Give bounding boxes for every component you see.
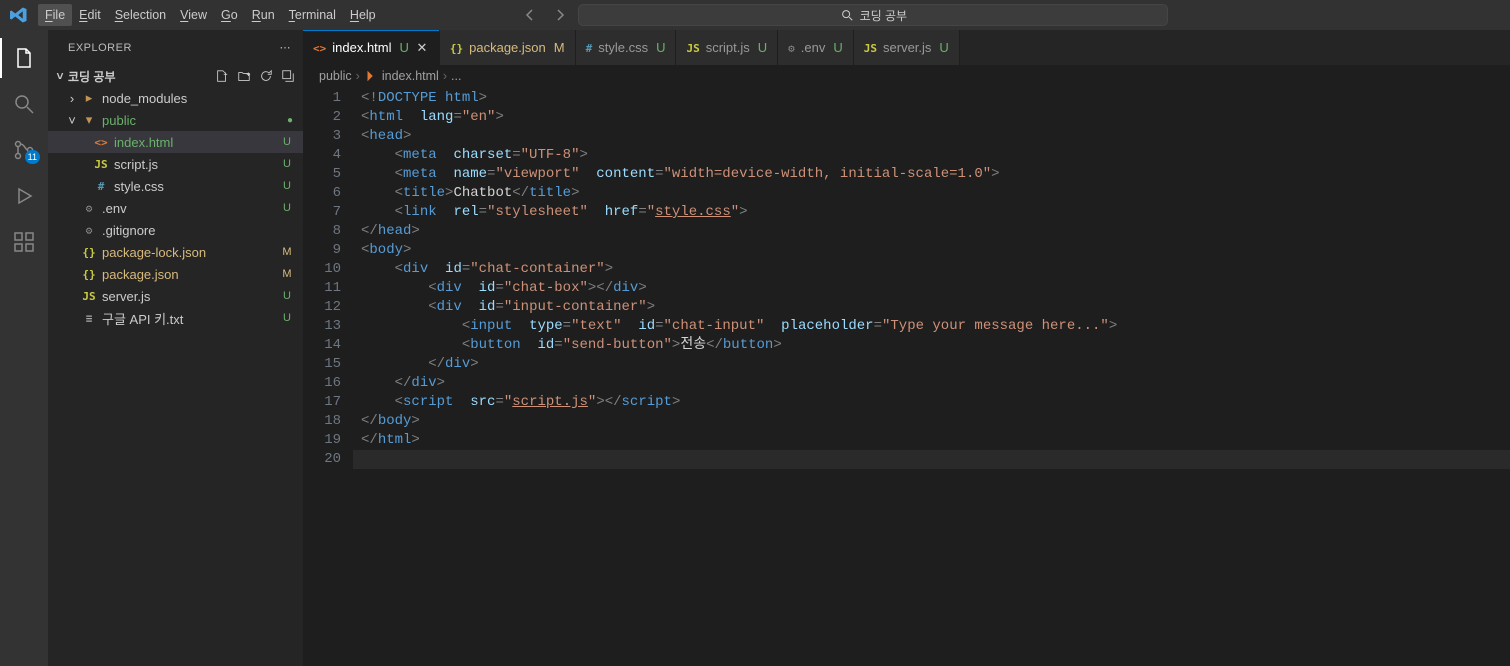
file-.env[interactable]: ⚙.envU [48,197,303,219]
command-center-label: 코딩 공부 [860,7,908,24]
tab-style.css[interactable]: #style.cssU [576,30,677,65]
tab-server.js[interactable]: JSserver.jsU [854,30,960,65]
activity-search[interactable] [0,84,48,124]
folder-public[interactable]: ˅▾public [48,109,303,131]
file-tree: ›▸node_modules˅▾public<>index.htmlUJSscr… [48,87,303,666]
file-script.js[interactable]: JSscript.jsU [48,153,303,175]
menu-go[interactable]: Go [214,4,245,26]
code-content[interactable]: <!DOCTYPE html><html lang="en"><head> <m… [353,87,1510,666]
tab-package.json[interactable]: {}package.jsonM [440,30,576,65]
breadcrumb-part[interactable]: ... [451,69,461,83]
menu-selection[interactable]: Selection [108,4,173,26]
activity-scm[interactable]: 11 [0,130,48,170]
chevron-right-icon: › [356,69,360,83]
menu-run[interactable]: Run [245,4,282,26]
close-icon[interactable]: ✕ [415,41,429,55]
nav-forward-icon[interactable] [548,3,572,27]
scm-badge: 11 [25,150,40,164]
file-package-lock.json[interactable]: {}package-lock.jsonM [48,241,303,263]
html-file-icon [364,69,378,83]
workspace-name: 코딩 공부 [68,68,116,85]
new-file-icon[interactable] [215,69,229,83]
menu-edit[interactable]: Edit [72,4,108,26]
file-server.js[interactable]: JSserver.jsU [48,285,303,307]
new-folder-icon[interactable] [237,69,251,83]
activity-explorer[interactable] [0,38,48,78]
title-nav: 코딩 공부 [385,3,1302,27]
vscode-logo-icon [10,6,28,24]
menu-view[interactable]: View [173,4,214,26]
activity-extensions[interactable] [0,222,48,262]
file-index.html[interactable]: <>index.htmlU [48,131,303,153]
file-package.json[interactable]: {}package.jsonM [48,263,303,285]
file-.gitignore[interactable]: ⚙.gitignore [48,219,303,241]
tab-.env[interactable]: ⚙.envU [778,30,854,65]
sidebar-title: EXPLORER [68,42,132,54]
editor-area: <>index.htmlU✕{}package.jsonM#style.cssU… [303,30,1510,666]
chevron-down-icon: ˅ [52,69,68,83]
editor-tabs: <>index.htmlU✕{}package.jsonM#style.cssU… [303,30,1510,65]
command-center[interactable]: 코딩 공부 [578,4,1168,26]
workspace-header[interactable]: ˅ 코딩 공부 [48,65,303,87]
chevron-right-icon: › [443,69,447,83]
breadcrumb-part[interactable]: index.html [382,69,439,83]
collapse-icon[interactable] [281,69,295,83]
menu-terminal[interactable]: Terminal [282,4,343,26]
activity-debug[interactable] [0,176,48,216]
activity-bar: 11 [0,30,48,666]
tab-index.html[interactable]: <>index.htmlU✕ [303,30,440,65]
sidebar: EXPLORER ⋯ ˅ 코딩 공부 ›▸node_modules˅▾publi… [48,30,303,666]
menubar: FileEditSelectionViewGoRunTerminalHelp 코… [0,0,1510,30]
sidebar-more-icon[interactable]: ⋯ [280,41,292,54]
refresh-icon[interactable] [259,69,273,83]
file-style.css[interactable]: #style.cssU [48,175,303,197]
folder-node_modules[interactable]: ›▸node_modules [48,87,303,109]
breadcrumb-part[interactable]: public [319,69,352,83]
line-numbers: 1234567891011121314151617181920 [303,87,353,666]
tab-script.js[interactable]: JSscript.jsU [676,30,778,65]
breadcrumb[interactable]: public › index.html › ... [303,65,1510,87]
nav-back-icon[interactable] [518,3,542,27]
menu-help[interactable]: Help [343,4,383,26]
menu-file[interactable]: File [38,4,72,26]
file-구글 API 키.txt[interactable]: ≡구글 API 키.txtU [48,307,303,329]
code-editor[interactable]: 1234567891011121314151617181920 <!DOCTYP… [303,87,1510,666]
